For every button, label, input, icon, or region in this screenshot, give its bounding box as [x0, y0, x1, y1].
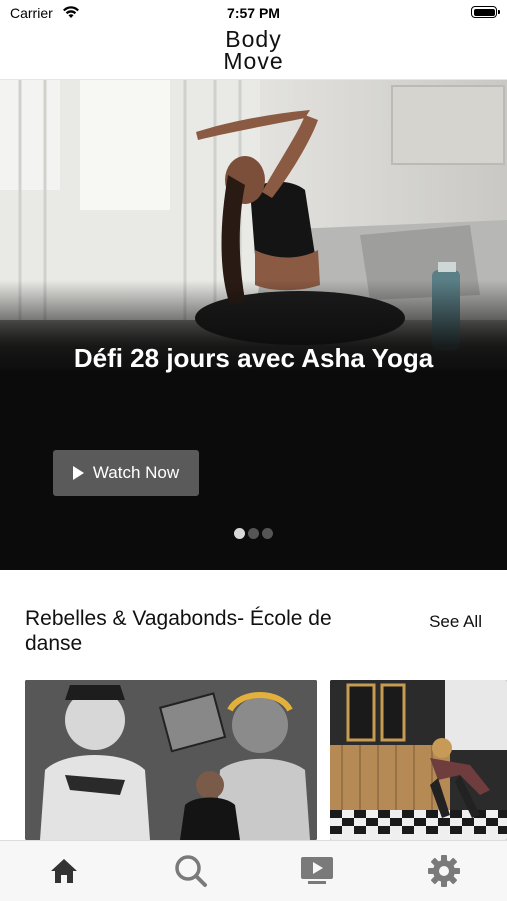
- video-card[interactable]: [25, 680, 317, 840]
- battery-icon: [471, 6, 500, 18]
- tab-home[interactable]: [44, 851, 84, 891]
- watch-now-label: Watch Now: [92, 463, 180, 482]
- home-icon: [51, 859, 77, 883]
- page-dot[interactable]: [262, 528, 273, 539]
- graffiti-thumbnail: [25, 680, 317, 840]
- page-dot[interactable]: [234, 528, 245, 539]
- tab-videos[interactable]: [297, 851, 337, 891]
- settings-gear-icon: [428, 855, 460, 887]
- hero-title: Défi 28 jours avec Asha Yoga: [73, 343, 434, 373]
- search-icon: [175, 855, 207, 887]
- logo-line-1: Body: [225, 26, 282, 52]
- watch-now-button[interactable]: Watch Now: [53, 450, 199, 496]
- tab-bar: [0, 840, 507, 901]
- tab-search[interactable]: [171, 851, 211, 891]
- play-icon: [72, 466, 84, 480]
- dance-studio-thumbnail: [330, 680, 507, 840]
- page-dot[interactable]: [248, 528, 259, 539]
- hero-carousel[interactable]: Défi 28 jours avec Asha Yoga Watch Now: [0, 80, 507, 570]
- see-all-link[interactable]: See All: [429, 612, 482, 632]
- page-indicator[interactable]: [0, 528, 507, 539]
- logo-line-2: Move: [223, 48, 284, 74]
- video-card[interactable]: [330, 680, 507, 840]
- section-title: Rebelles & Vagabonds- École de danse: [25, 607, 332, 655]
- tab-settings[interactable]: [424, 851, 464, 891]
- body-move-logo: Body Move: [0, 26, 507, 74]
- status-bar: Carrier 7:57 PM: [0, 0, 507, 26]
- clock: 7:57 PM: [227, 5, 280, 21]
- video-play-icon: [301, 857, 333, 884]
- app-header: Body Move: [0, 26, 507, 80]
